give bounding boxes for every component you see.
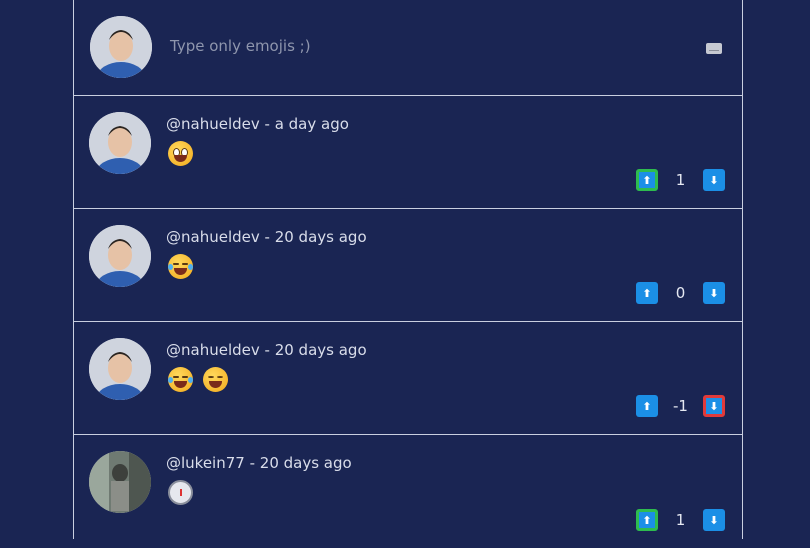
arrow-down-icon: ⬇ <box>709 286 719 300</box>
post-username[interactable]: @nahueldev <box>166 228 260 246</box>
tears-of-joy-emoji <box>168 254 193 279</box>
avatar <box>89 338 151 400</box>
avatar <box>89 225 151 287</box>
post-username[interactable]: @lukein77 <box>166 454 245 472</box>
vote-controls: ⬆ -1 ⬇ <box>636 395 725 417</box>
post-time: 20 days ago <box>274 341 367 359</box>
keyboard-icon[interactable] <box>706 43 722 54</box>
avatar <box>89 112 151 174</box>
vote-count: -1 <box>673 397 688 415</box>
avatar-photo-icon <box>90 16 152 78</box>
post-emojis <box>168 367 228 392</box>
arrow-down-icon: ⬇ <box>709 513 719 527</box>
post-item: @nahueldev - 20 days ago ⬆ -1 ⬇ <box>74 322 742 435</box>
vote-controls: ⬆ 1 ⬇ <box>636 169 725 191</box>
post-meta: @lukein77 - 20 days ago <box>166 454 352 472</box>
avatar-photo-icon <box>89 451 151 513</box>
stopwatch-emoji <box>168 480 193 505</box>
post-emojis <box>168 141 193 166</box>
downvote-button[interactable]: ⬇ <box>703 395 725 417</box>
vote-controls: ⬆ 0 ⬇ <box>636 282 725 304</box>
post-emojis <box>168 254 193 279</box>
post-meta: @nahueldev - 20 days ago <box>166 341 367 359</box>
grinning-face-emoji <box>168 141 193 166</box>
downvote-button[interactable]: ⬇ <box>703 282 725 304</box>
vote-count: 1 <box>675 171 686 189</box>
avatar-photo-icon <box>89 338 151 400</box>
arrow-up-icon: ⬆ <box>642 173 652 187</box>
avatar <box>89 451 151 513</box>
post-meta: @nahueldev - 20 days ago <box>166 228 367 246</box>
arrow-up-icon: ⬆ <box>642 286 652 300</box>
downvote-button[interactable]: ⬇ <box>703 169 725 191</box>
meta-separator: - <box>244 454 260 472</box>
vote-count: 1 <box>675 511 686 529</box>
upvote-button[interactable]: ⬆ <box>636 395 658 417</box>
upvote-button[interactable]: ⬆ <box>636 282 658 304</box>
avatar-photo-icon <box>89 225 151 287</box>
avatar-photo-icon <box>89 112 151 174</box>
post-time: 20 days ago <box>274 228 367 246</box>
post-meta: @nahueldev - a day ago <box>166 115 349 133</box>
meta-separator: - <box>259 115 275 133</box>
arrow-down-icon: ⬇ <box>709 173 719 187</box>
arrow-up-icon: ⬆ <box>642 513 652 527</box>
vote-controls: ⬆ 1 ⬇ <box>636 509 725 531</box>
squinting-face-emoji <box>203 367 228 392</box>
post-time: a day ago <box>274 115 349 133</box>
post-item: @nahueldev - 20 days ago ⬆ 0 ⬇ <box>74 209 742 322</box>
tears-of-joy-emoji <box>168 367 193 392</box>
vote-count: 0 <box>675 284 686 302</box>
upvote-button[interactable]: ⬆ <box>636 169 658 191</box>
arrow-down-icon: ⬇ <box>709 399 719 413</box>
post-item: @nahueldev - a day ago ⬆ 1 ⬇ <box>74 96 742 209</box>
emoji-feed: Type only emojis ;) @nahueldev - a day a… <box>73 0 743 539</box>
upvote-button[interactable]: ⬆ <box>636 509 658 531</box>
post-username[interactable]: @nahueldev <box>166 115 260 133</box>
meta-separator: - <box>259 228 275 246</box>
post-item: @lukein77 - 20 days ago ⬆ 1 ⬇ <box>74 435 742 548</box>
arrow-up-icon: ⬆ <box>642 399 652 413</box>
post-time: 20 days ago <box>259 454 352 472</box>
post-emojis <box>168 480 193 505</box>
downvote-button[interactable]: ⬇ <box>703 509 725 531</box>
emoji-input[interactable]: Type only emojis ;) <box>170 37 311 55</box>
meta-separator: - <box>259 341 275 359</box>
post-username[interactable]: @nahueldev <box>166 341 260 359</box>
avatar <box>90 16 152 78</box>
composer: Type only emojis ;) <box>74 0 742 96</box>
